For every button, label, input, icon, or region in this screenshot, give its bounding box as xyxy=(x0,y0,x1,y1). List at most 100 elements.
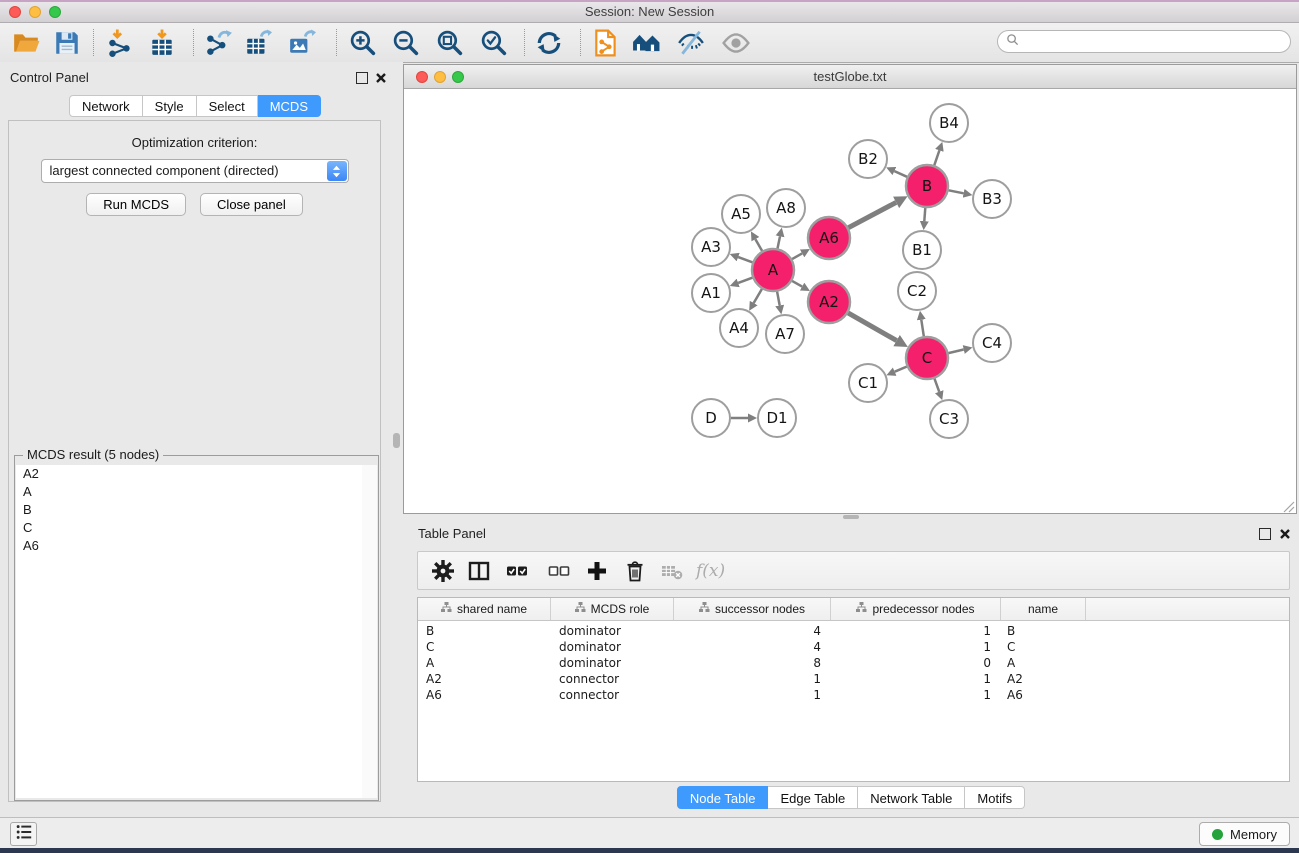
zoom-selected-icon[interactable] xyxy=(480,29,508,57)
zoom-in-icon[interactable] xyxy=(349,29,377,57)
float-panel-icon[interactable] xyxy=(1259,528,1271,540)
network-edge-A-A5[interactable] xyxy=(755,239,762,251)
column-header-shared-name[interactable]: shared name xyxy=(418,598,551,620)
network-node-B[interactable]: B xyxy=(906,165,948,207)
table-cell[interactable]: A2 xyxy=(418,672,551,688)
select-all-icon[interactable] xyxy=(506,560,530,582)
table-cell[interactable]: 4 xyxy=(674,640,831,656)
mcds-result-item[interactable]: A6 xyxy=(16,537,362,555)
table-row[interactable]: Bdominator41B xyxy=(418,624,1289,640)
column-header-name[interactable]: name xyxy=(1001,598,1086,620)
network-edge-C-C1[interactable] xyxy=(895,367,907,372)
network-edge-C-C3[interactable] xyxy=(935,379,940,392)
close-traffic-light-icon[interactable] xyxy=(9,6,21,18)
save-session-icon[interactable] xyxy=(53,29,81,57)
criterion-select[interactable]: largest connected component (directed) xyxy=(41,159,349,183)
network-node-C3[interactable]: C3 xyxy=(930,400,968,438)
zoom-traffic-light-icon[interactable] xyxy=(452,71,464,83)
run-mcds-button[interactable]: Run MCDS xyxy=(86,193,186,216)
splitter-handle[interactable] xyxy=(843,515,859,519)
close-panel-button[interactable]: Close panel xyxy=(200,193,303,216)
table-row[interactable]: Cdominator41C xyxy=(418,640,1289,656)
export-table-icon[interactable] xyxy=(244,29,272,57)
refresh-layout-icon[interactable] xyxy=(535,29,563,57)
export-image-icon[interactable] xyxy=(288,29,316,57)
network-node-A8[interactable]: A8 xyxy=(767,189,805,227)
network-node-C1[interactable]: C1 xyxy=(849,364,887,402)
delete-column-icon[interactable] xyxy=(624,560,648,582)
network-edge-B-B2[interactable] xyxy=(894,171,907,177)
mcds-result-list[interactable]: A2ABCA6 xyxy=(16,465,363,798)
network-node-B4[interactable]: B4 xyxy=(930,104,968,142)
table-cell[interactable]: B xyxy=(418,624,551,640)
table-cell[interactable]: A6 xyxy=(1001,688,1086,704)
table-cell[interactable]: 1 xyxy=(831,640,1001,656)
tab-mcds[interactable]: MCDS xyxy=(258,95,321,117)
table-cell[interactable]: dominator xyxy=(551,656,674,672)
table-row[interactable]: A2connector11A2 xyxy=(418,672,1289,688)
zoom-fit-icon[interactable] xyxy=(436,29,464,57)
mcds-result-item[interactable]: B xyxy=(16,501,362,519)
network-edge-C-C2[interactable] xyxy=(921,320,924,337)
network-node-A[interactable]: A xyxy=(752,249,794,291)
zoom-traffic-light-icon[interactable] xyxy=(49,6,61,18)
close-panel-icon[interactable] xyxy=(375,71,387,89)
new-network-from-selection-icon[interactable] xyxy=(592,29,620,57)
table-cell[interactable]: 0 xyxy=(831,656,1001,672)
network-node-C[interactable]: C xyxy=(906,337,948,379)
network-node-D1[interactable]: D1 xyxy=(758,399,796,437)
table-cell[interactable]: A2 xyxy=(1001,672,1086,688)
network-node-D[interactable]: D xyxy=(692,399,730,437)
mcds-result-item[interactable]: A2 xyxy=(16,465,362,483)
tab-style[interactable]: Style xyxy=(143,95,197,117)
table-cell[interactable]: C xyxy=(418,640,551,656)
import-table-icon[interactable] xyxy=(148,29,176,57)
column-header-predecessor-nodes[interactable]: predecessor nodes xyxy=(831,598,1001,620)
memory-button[interactable]: Memory xyxy=(1199,822,1290,846)
table-cell[interactable]: 1 xyxy=(674,688,831,704)
table-cell[interactable]: dominator xyxy=(551,624,674,640)
table-cell[interactable]: 1 xyxy=(831,672,1001,688)
column-header-successor-nodes[interactable]: successor nodes xyxy=(674,598,831,620)
table-cell[interactable]: A xyxy=(418,656,551,672)
network-node-B2[interactable]: B2 xyxy=(849,140,887,178)
table-cell[interactable]: connector xyxy=(551,672,674,688)
tab-edge-table[interactable]: Edge Table xyxy=(768,786,858,809)
close-panel-icon[interactable] xyxy=(1279,527,1291,545)
mcds-result-item[interactable]: C xyxy=(16,519,362,537)
network-edge-C-C4[interactable] xyxy=(948,350,963,354)
search-field[interactable] xyxy=(997,30,1291,53)
table-cell[interactable]: dominator xyxy=(551,640,674,656)
network-edge-A-A4[interactable] xyxy=(754,289,762,303)
window-resize-grip[interactable] xyxy=(1283,500,1295,512)
search-input[interactable] xyxy=(1024,34,1282,50)
network-edge-A-A8[interactable] xyxy=(778,236,781,248)
tab-motifs[interactable]: Motifs xyxy=(965,786,1025,809)
table-cell[interactable]: 1 xyxy=(831,624,1001,640)
table-cell[interactable]: C xyxy=(1001,640,1086,656)
column-header-mcds-role[interactable]: MCDS role xyxy=(551,598,674,620)
network-edge-A-A2[interactable] xyxy=(792,281,802,287)
open-session-icon[interactable] xyxy=(12,29,40,57)
network-edge-A6-B[interactable] xyxy=(848,202,896,227)
mcds-result-scrollbar[interactable] xyxy=(362,465,377,798)
network-edge-A-A6[interactable] xyxy=(792,253,802,259)
network-node-A5[interactable]: A5 xyxy=(722,195,760,233)
zoom-out-icon[interactable] xyxy=(392,29,420,57)
network-node-C2[interactable]: C2 xyxy=(898,272,936,310)
network-node-C4[interactable]: C4 xyxy=(973,324,1011,362)
deselect-all-icon[interactable] xyxy=(548,560,572,582)
network-node-A7[interactable]: A7 xyxy=(766,315,804,353)
table-cell[interactable]: 1 xyxy=(831,688,1001,704)
task-history-button[interactable] xyxy=(10,822,37,846)
table-cell[interactable]: 4 xyxy=(674,624,831,640)
network-canvas[interactable]: AA1A2A3A4A5A6A7A8BB1B2B3B4CC1C2C3C4DD1 xyxy=(404,89,1296,512)
vertical-splitter[interactable] xyxy=(390,62,403,817)
network-edge-B-B3[interactable] xyxy=(949,190,964,193)
export-network-icon[interactable] xyxy=(205,29,233,57)
network-node-A3[interactable]: A3 xyxy=(692,228,730,266)
show-panels-icon[interactable] xyxy=(632,29,660,57)
minimize-traffic-light-icon[interactable] xyxy=(29,6,41,18)
tab-network[interactable]: Network xyxy=(69,95,143,117)
close-traffic-light-icon[interactable] xyxy=(416,71,428,83)
